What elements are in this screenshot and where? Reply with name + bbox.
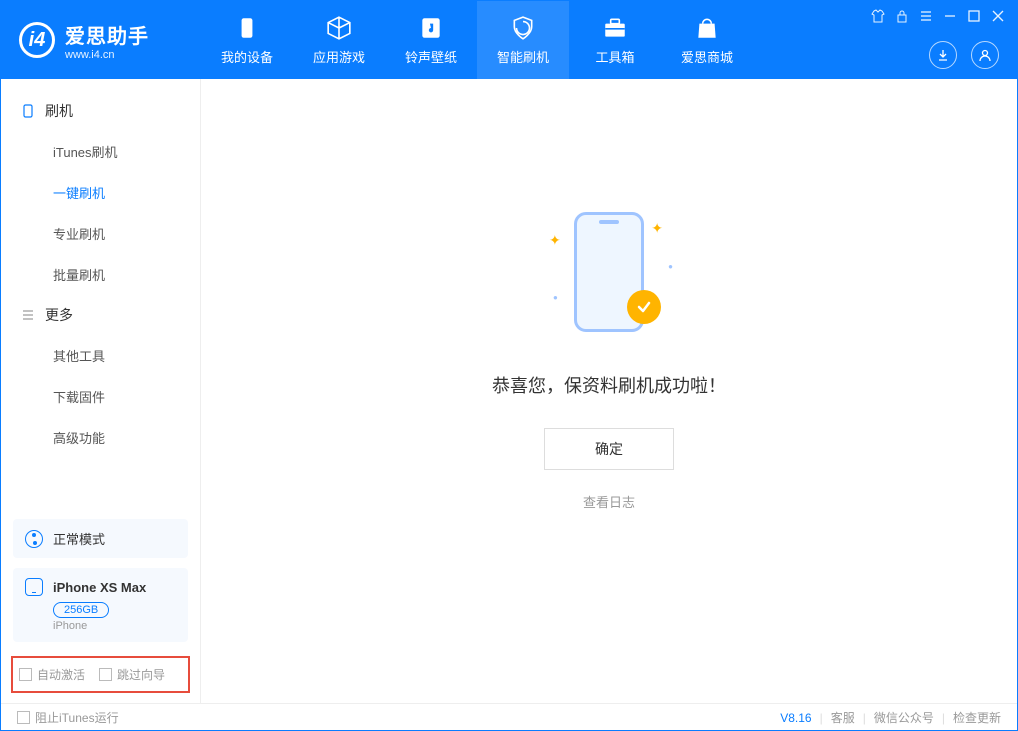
bag-icon <box>694 15 720 41</box>
nav-label: 工具箱 <box>595 47 634 66</box>
device-type: iPhone <box>53 620 176 632</box>
nav-label: 铃声壁纸 <box>405 47 457 66</box>
lock-icon[interactable] <box>895 9 909 23</box>
app-subtitle: www.i4.cn <box>65 49 149 61</box>
sidebar-item-batch-flash[interactable]: 批量刷机 <box>1 254 200 295</box>
list-icon <box>21 308 35 322</box>
device-name: iPhone XS Max <box>53 580 146 595</box>
shield-icon <box>510 15 536 41</box>
nav-flash[interactable]: 智能刷机 <box>477 1 569 79</box>
menu-icon[interactable] <box>919 9 933 23</box>
sidebar-group-more: 更多 <box>1 295 200 335</box>
header: i4 爱思助手 www.i4.cn 我的设备 应用游戏 铃声壁纸 智能刷机 工具… <box>1 1 1017 79</box>
nav-my-device[interactable]: 我的设备 <box>201 1 293 79</box>
download-button[interactable] <box>929 41 957 69</box>
nav-label: 爱思商城 <box>681 47 733 66</box>
checkbox-icon <box>19 668 32 681</box>
app-title: 爱思助手 <box>65 20 149 49</box>
sidebar-item-pro-flash[interactable]: 专业刷机 <box>1 213 200 254</box>
device-phone-icon <box>25 578 43 596</box>
sidebar-item-advanced[interactable]: 高级功能 <box>1 417 200 458</box>
music-icon <box>418 15 444 41</box>
check-badge-icon <box>627 290 661 324</box>
footer-update-link[interactable]: 检查更新 <box>953 709 1001 726</box>
window-controls <box>871 9 1005 23</box>
cube-icon <box>326 15 352 41</box>
mode-icon <box>25 530 43 548</box>
checkbox-label: 阻止iTunes运行 <box>35 709 119 726</box>
user-button[interactable] <box>971 41 999 69</box>
footer-service-link[interactable]: 客服 <box>831 709 855 726</box>
nav-ringtones[interactable]: 铃声壁纸 <box>385 1 477 79</box>
sidebar-group-flash: 刷机 <box>1 91 200 131</box>
footer: 阻止iTunes运行 V8.16 | 客服 | 微信公众号 | 检查更新 <box>1 703 1017 731</box>
checkbox-label: 自动激活 <box>37 666 85 683</box>
minimize-icon[interactable] <box>943 9 957 23</box>
checkbox-skip-guide[interactable]: 跳过向导 <box>99 666 165 683</box>
nav-tabs: 我的设备 应用游戏 铃声壁纸 智能刷机 工具箱 爱思商城 <box>201 1 753 79</box>
device-box[interactable]: iPhone XS Max 256GB iPhone <box>13 568 188 642</box>
footer-wechat-link[interactable]: 微信公众号 <box>874 709 934 726</box>
view-log-link[interactable]: 查看日志 <box>583 492 635 511</box>
nav-apps[interactable]: 应用游戏 <box>293 1 385 79</box>
mode-label: 正常模式 <box>53 529 105 548</box>
checkbox-icon <box>99 668 112 681</box>
checkbox-block-itunes[interactable]: 阻止iTunes运行 <box>17 709 119 726</box>
checkbox-icon <box>17 711 30 724</box>
checkbox-label: 跳过向导 <box>117 666 165 683</box>
close-icon[interactable] <box>991 9 1005 23</box>
group-label: 刷机 <box>45 101 73 121</box>
toolbox-icon <box>602 15 628 41</box>
logo-icon: i4 <box>19 22 55 58</box>
nav-store[interactable]: 爱思商城 <box>661 1 753 79</box>
nav-label: 我的设备 <box>221 47 273 66</box>
success-message: 恭喜您，保资料刷机成功啦！ <box>492 372 726 398</box>
success-illustration: ✦✦ ●● <box>549 212 669 342</box>
sidebar: 刷机 iTunes刷机 一键刷机 专业刷机 批量刷机 更多 其他工具 下载固件 … <box>1 79 201 703</box>
logo-area: i4 爱思助手 www.i4.cn <box>1 20 201 61</box>
sidebar-item-itunes-flash[interactable]: iTunes刷机 <box>1 131 200 172</box>
main-content: ✦✦ ●● 恭喜您，保资料刷机成功啦！ 确定 查看日志 <box>201 79 1017 703</box>
nav-label: 智能刷机 <box>497 47 549 66</box>
shirt-icon[interactable] <box>871 9 885 23</box>
mode-box[interactable]: 正常模式 <box>13 519 188 558</box>
options-row: 自动激活 跳过向导 <box>11 656 190 693</box>
sidebar-item-onekey-flash[interactable]: 一键刷机 <box>1 172 200 213</box>
phone-small-icon <box>21 104 35 118</box>
version-label: V8.16 <box>780 711 811 725</box>
device-storage-badge: 256GB <box>53 602 109 618</box>
nav-tools[interactable]: 工具箱 <box>569 1 661 79</box>
sidebar-item-other-tools[interactable]: 其他工具 <box>1 335 200 376</box>
ok-button[interactable]: 确定 <box>544 428 674 470</box>
maximize-icon[interactable] <box>967 9 981 23</box>
group-label: 更多 <box>45 305 73 325</box>
nav-label: 应用游戏 <box>313 47 365 66</box>
device-icon <box>234 15 260 41</box>
checkbox-auto-activate[interactable]: 自动激活 <box>19 666 85 683</box>
sidebar-item-download-firmware[interactable]: 下载固件 <box>1 376 200 417</box>
